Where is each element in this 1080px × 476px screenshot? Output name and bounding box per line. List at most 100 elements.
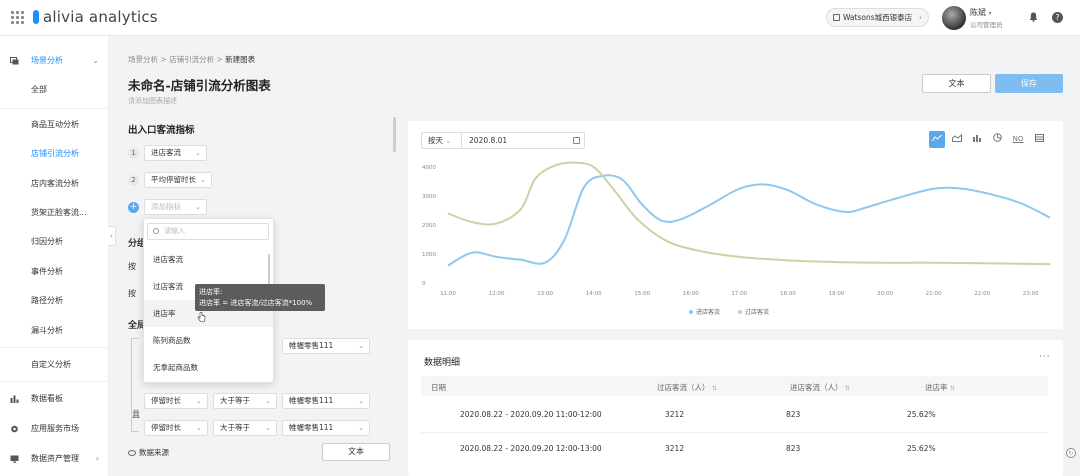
sidebar-item-label: 应用服务市场 [31, 424, 79, 433]
table-cell: 2020.08.22 - 2020.09.20 11:00-12:00 [460, 410, 602, 419]
dropdown-option[interactable]: 陈列商品数 [144, 327, 273, 354]
app-grid-icon[interactable] [11, 11, 24, 24]
sidebar-item-custom[interactable]: 自定义分析 [0, 352, 109, 378]
avatar[interactable] [942, 6, 966, 30]
store-selector[interactable]: Watsons城西银泰店 › [826, 8, 929, 27]
sidebar-collapse-toggle[interactable]: ‹ [108, 226, 116, 246]
dropdown-option[interactable]: 无拿起商品数 [144, 354, 273, 381]
metric-select[interactable]: 进店客流 ⌄ [144, 145, 207, 161]
more-icon[interactable]: ··· [1039, 352, 1051, 362]
sidebar-item-product-interaction[interactable]: 商品互动分析 [0, 112, 109, 138]
page-title[interactable]: 未命名-店铺引流分析图表 [128, 75, 271, 94]
hand-cursor-icon [197, 312, 206, 322]
sidebar-item-label: 路径分析 [31, 296, 63, 305]
sidebar-item-data-assets[interactable]: 数据资产管理 › [0, 446, 109, 472]
search-placeholder: 请输入 [164, 227, 185, 235]
data-table-card [408, 340, 1063, 476]
sidebar-item-scene-analysis[interactable]: 场景分析 ⌄ [0, 48, 109, 74]
add-metric-icon[interactable]: + [128, 202, 139, 213]
chevron-down-icon: ⌄ [195, 203, 201, 211]
help-icon[interactable]: ? [1052, 12, 1063, 23]
breadcrumb-item[interactable]: 场景分析 [128, 55, 158, 64]
chevron-right-icon: › [95, 454, 99, 463]
breadcrumb-separator: > [216, 55, 223, 64]
filter-value: 帷幄零售111 [289, 341, 334, 350]
x-tick-label: 15:00 [634, 291, 650, 297]
x-tick-label: 17:00 [731, 291, 747, 297]
save-button[interactable]: 保存 [995, 74, 1063, 93]
layers-icon [10, 57, 19, 65]
chevron-down-icon: ⌄ [358, 342, 364, 350]
filter-field-select[interactable]: 停留时长 ⌄ [144, 420, 208, 436]
sort-icon: ⇅ [711, 385, 717, 392]
legend-marker [738, 310, 742, 314]
column-header-passby[interactable]: 过店客流（人） ⇅ [657, 382, 717, 393]
filter-operator-select[interactable]: 大于等于 ⌄ [213, 420, 277, 436]
column-header-rate[interactable]: 进店率 ⇅ [925, 382, 955, 393]
table-cell: 3212 [665, 410, 685, 419]
filter-operator: 大于等于 [220, 396, 250, 405]
series-line-1 [447, 174, 1051, 267]
chevron-down-icon: ⌄ [195, 149, 201, 157]
filter-field-select[interactable]: 停留时长 ⌄ [144, 393, 208, 409]
chevron-down-icon: ▾ [988, 10, 992, 17]
bar-chart-icon [10, 395, 19, 403]
metric-select[interactable]: 平均停留时长 ⌄ [144, 172, 212, 188]
user-name[interactable]: 陈斌 ▾ [970, 7, 992, 18]
filter-value: 帷幄零售111 [289, 423, 334, 432]
sidebar-item-label: 归因分析 [31, 237, 63, 246]
y-tick-label: 2000 [422, 223, 436, 229]
column-header-enter[interactable]: 进店客流（人） ⇅ [790, 382, 850, 393]
breadcrumb-current: 新建图表 [225, 55, 256, 64]
row-divider [421, 432, 1048, 433]
sidebar-item-attribution[interactable]: 归因分析 [0, 229, 109, 255]
description-input[interactable]: 请添加图表描述 [128, 96, 177, 106]
sidebar-item-store-traffic[interactable]: 店铺引流分析 [0, 141, 109, 167]
sidebar-item-all[interactable]: 全部 [0, 77, 109, 103]
monitor-icon [10, 455, 19, 463]
dropdown-search-input[interactable]: 请输入 [147, 223, 269, 240]
bell-icon[interactable] [1029, 12, 1038, 22]
filter-operator-select[interactable]: 大于等于 ⌄ [213, 393, 277, 409]
sidebar-item-label: 自定义分析 [31, 360, 71, 369]
panel-scrollbar[interactable] [393, 117, 396, 152]
y-tick-label: 0 [422, 281, 426, 287]
logo-mark-icon [33, 10, 39, 24]
metric-index: 2 [128, 175, 139, 186]
divider [0, 108, 109, 109]
feedback-icon[interactable]: ↻ [1066, 448, 1076, 458]
add-metric-placeholder: 添加指标 [151, 202, 181, 211]
dropdown-option[interactable]: 进店客流 [144, 246, 273, 273]
breadcrumb-item[interactable]: 店铺引流分析 [169, 55, 214, 64]
chevron-down-icon: ⌄ [265, 397, 271, 405]
sidebar-item-label: 漏斗分析 [31, 326, 63, 335]
filter-value-select[interactable]: 帷幄零售111 ⌄ [282, 338, 370, 354]
x-tick-label: 11:00 [440, 291, 456, 297]
filter-value-select[interactable]: 帷幄零售111 ⌄ [282, 420, 370, 436]
text-button[interactable]: 文本 [922, 74, 991, 93]
sidebar-item-in-store-traffic[interactable]: 店内客流分析 [0, 171, 109, 197]
sidebar-item-funnel[interactable]: 漏斗分析 [0, 318, 109, 344]
top-bar: alivia analytics Watsons城西银泰店 › 陈斌 ▾ 公司管… [0, 0, 1080, 36]
add-metric-select[interactable]: 添加指标 ⌄ [144, 199, 207, 215]
chevron-down-icon: ⌄ [196, 397, 202, 405]
text-button[interactable]: 文本 [322, 443, 390, 461]
filter-field: 停留时长 [151, 396, 181, 405]
y-tick-label: 3000 [422, 194, 436, 200]
sidebar-item-dashboard[interactable]: 数据看板 [0, 386, 109, 412]
eye-icon [128, 450, 136, 456]
chevron-down-icon: ⌄ [358, 397, 364, 405]
sidebar-item-app-market[interactable]: 应用服务市场 [0, 416, 109, 442]
sidebar-item-label: 店铺引流分析 [31, 149, 79, 158]
sidebar-item-path[interactable]: 路径分析 [0, 288, 109, 314]
sidebar-item-shelf-traffic[interactable]: 货架正脸客流... [0, 200, 109, 226]
legend-label: 进店客流 [696, 308, 720, 316]
table-cell: 3212 [665, 444, 685, 453]
legend-marker [689, 310, 693, 314]
breadcrumb-separator: > [160, 55, 167, 64]
filter-value-select[interactable]: 帷幄零售111 ⌄ [282, 393, 370, 409]
group-by-label: 按 [128, 289, 136, 298]
data-source-link[interactable]: 数据来源 [128, 447, 169, 458]
sidebar-item-events[interactable]: 事件分析 [0, 259, 109, 285]
divider [0, 381, 109, 382]
